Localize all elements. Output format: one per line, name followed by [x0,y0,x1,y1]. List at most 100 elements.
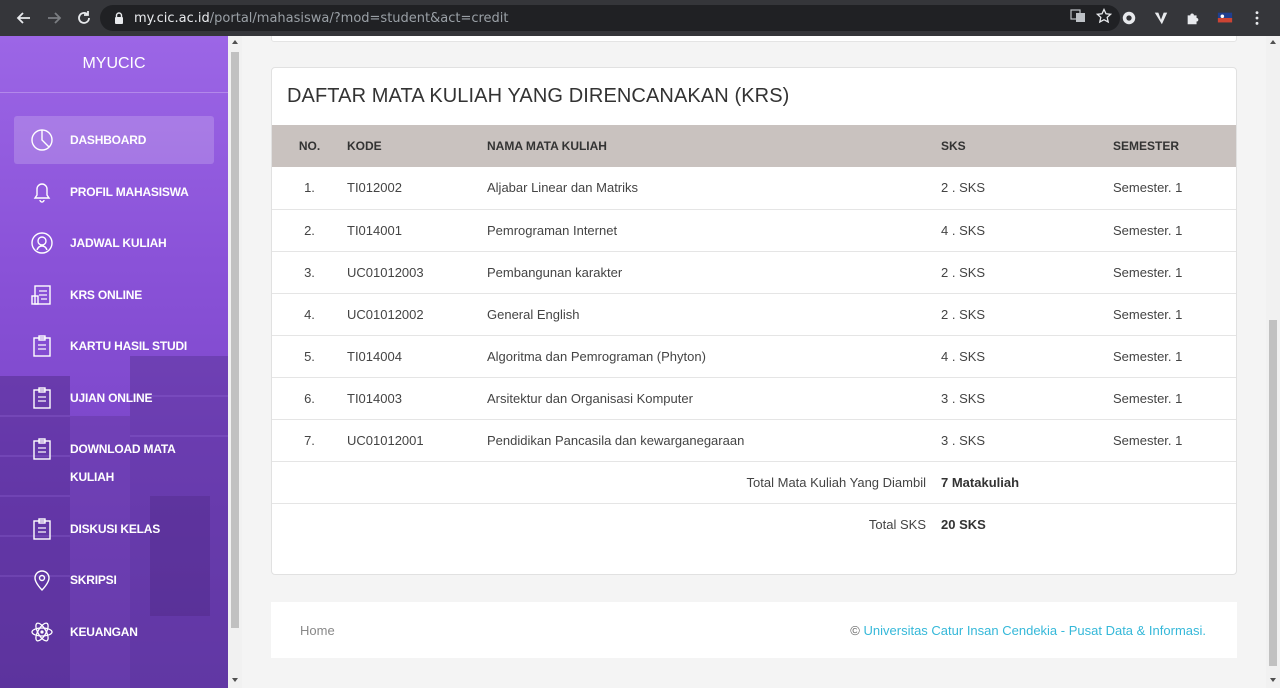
scroll-up-arrow-icon[interactable] [232,40,238,44]
footer-home-link[interactable]: Home [300,623,335,638]
column-header: KODE [347,125,487,167]
cell-kode: TI014003 [347,377,487,420]
extension-v-icon[interactable] [1152,9,1170,27]
page-title: DAFTAR MATA KULIAH YANG DIRENCANAKAN (KR… [287,85,790,107]
sidebar-item-ujian-online[interactable]: UJIAN ONLINE [14,374,214,422]
back-arrow-icon[interactable] [12,6,36,30]
clipboard-icon [28,332,56,360]
previous-card [271,36,1237,42]
sidebar-item-skripsi[interactable]: SKRIPSI [14,556,214,604]
sidebar-scrollbar[interactable] [228,36,242,688]
clipboard-icon [28,384,56,412]
cell-semester: Semester. 1 [1113,335,1236,378]
cell-nama: Pemrograman Internet [487,209,941,252]
sidebar-item-label: UJIAN ONLINE [70,390,153,405]
sidebar-menu: DASHBOARD PROFIL MAHASISWA JADWAL KULIAH… [14,116,214,659]
sidebar-item-label: KRS ONLINE [70,287,143,302]
cell-no: 5. [272,335,347,378]
url-path: /portal/mahasiswa/?mod=student&act=credi… [209,10,509,26]
sidebar-item-label: DISKUSI KELAS [70,521,161,536]
cell-no: 6. [272,377,347,420]
user-circle-icon [28,229,56,257]
table-row: 7. UC01012001 Pendidikan Pancasila dan k… [272,419,1236,462]
cell-semester: Semester. 1 [1113,251,1236,294]
cell-nama: Pendidikan Pancasila dan kewarganegaraan [487,419,941,462]
bell-icon [28,178,56,206]
puzzle-icon[interactable] [1184,9,1202,27]
sidebar-item-profil-mahasiswa[interactable]: PROFIL MAHASISWA [14,168,214,216]
footer: Home © Universitas Catur Insan Cendekia … [271,602,1237,658]
total-sks-label: Total SKS [868,516,926,532]
cell-sks: 2 . SKS [941,167,1113,210]
cell-semester: Semester. 1 [1113,209,1236,252]
forward-arrow-icon[interactable] [42,6,66,30]
star-icon[interactable] [1095,7,1113,29]
sidebar-item-label: KEUANGAN [70,624,138,639]
sidebar-item-download-mata-kuliah[interactable]: DOWNLOAD MATA KULIAH [14,425,214,501]
translate-icon[interactable] [1070,8,1086,29]
copyright-symbol: © [850,622,860,638]
clipboard-icon [28,435,56,463]
table-row: 5. TI014004 Algoritma dan Pemrograman (P… [272,335,1236,378]
scroll-down-arrow-icon[interactable] [1270,678,1276,682]
column-header: SEMESTER [1113,125,1236,167]
scrollbar-thumb[interactable] [1269,320,1277,666]
column-header: NAMA MATA KULIAH [487,125,941,167]
profile-flag-icon[interactable] [1216,9,1234,27]
footer-copyright: © Universitas Catur Insan Cendekia - Pus… [850,623,1206,638]
brand-title[interactable]: MYUCIC [0,36,228,92]
cell-nama: Algoritma dan Pemrograman (Phyton) [487,335,941,378]
cell-kode: UC01012002 [347,293,487,336]
sidebar-item-kartu-hasil-studi[interactable]: KARTU HASIL STUDI [14,322,214,370]
cell-no: 2. [272,209,347,252]
empty-cell [1113,503,1236,545]
table-row: 3. UC01012003 Pembangunan karakter 2 . S… [272,251,1236,294]
cell-sks: 3 . SKS [941,419,1113,462]
sidebar-item-label: KARTU HASIL STUDI [70,339,188,353]
sidebar-item-dashboard[interactable]: DASHBOARD [14,116,214,164]
sidebar-item-krs-online[interactable]: KRS ONLINE [14,271,214,319]
sidebar-item-diskusi-kelas[interactable]: DISKUSI KELAS [14,505,214,553]
scroll-up-arrow-icon[interactable] [1270,40,1276,44]
cell-kode: TI014001 [347,209,487,252]
cell-nama: General English [487,293,941,336]
sidebar-item-label: SKRIPSI [70,573,117,587]
cell-no: 7. [272,419,347,462]
url-text: my.cic.ac.id/portal/mahasiswa/?mod=stude… [134,11,509,26]
cell-no: 4. [272,293,347,336]
cell-sks: 4 . SKS [941,209,1113,252]
cell-semester: Semester. 1 [1113,167,1236,210]
university-link[interactable]: Universitas Catur Insan Cendekia - Pusat… [864,623,1206,638]
empty-cell [1113,461,1236,504]
sidebar-item-label: DASHBOARD [70,133,147,147]
cell-kode: UC01012001 [347,419,487,462]
map-pin-icon [28,566,56,594]
cell-nama: Pembangunan karakter [487,251,941,294]
krs-card: DAFTAR MATA KULIAH YANG DIRENCANAKAN (KR… [271,67,1237,575]
lock-icon [112,11,126,25]
table-header-row: NO. KODE NAMA MATA KULIAH SKS SEMESTER [272,125,1236,167]
cell-kode: TI012002 [347,167,487,210]
clipboard-icon [28,515,56,543]
column-header: NO. [272,125,347,167]
menu-dots-icon[interactable] [1248,9,1266,27]
scrollbar-thumb[interactable] [231,52,239,628]
page-scrollbar[interactable] [1266,36,1280,688]
scroll-down-arrow-icon[interactable] [232,678,238,682]
browser-toolbar: my.cic.ac.id/portal/mahasiswa/?mod=stude… [0,0,1280,36]
cell-sks: 4 . SKS [941,335,1113,378]
sidebar-item-keuangan[interactable]: KEUANGAN [14,608,214,656]
cell-sks: 2 . SKS [941,293,1113,336]
address-bar[interactable]: my.cic.ac.id/portal/mahasiswa/?mod=stude… [100,5,1120,31]
cell-semester: Semester. 1 [1113,419,1236,462]
extension-circle-icon[interactable] [1120,9,1138,27]
krs-table: NO. KODE NAMA MATA KULIAH SKS SEMESTER 1… [272,125,1236,545]
pie-chart-icon [28,126,56,154]
cell-semester: Semester. 1 [1113,377,1236,420]
atom-icon [28,618,56,646]
reload-icon[interactable] [72,6,96,30]
sidebar-item-jadwal-kuliah[interactable]: JADWAL KULIAH [14,219,214,267]
total-sks-row: Total SKS 20 SKS [272,503,1236,545]
cell-nama: Aljabar Linear dan Matriks [487,167,941,210]
cell-kode: UC01012003 [347,251,487,294]
